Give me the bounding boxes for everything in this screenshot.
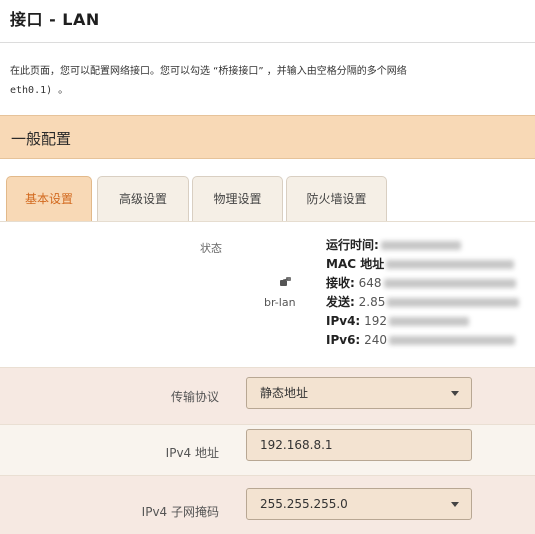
ipv4-netmask-row: IPv4 子网掩码 255.255.255.0 (0, 476, 535, 534)
ipv4-address-input[interactable]: 192.168.8.1 (246, 429, 472, 461)
chevron-down-icon (451, 391, 459, 396)
protocol-label: 传输协议 (170, 390, 219, 404)
protocol-row: 传输协议 静态地址 (0, 368, 535, 424)
section-header: 一般配置 (0, 115, 535, 159)
ipv4-address-value: 192.168.8.1 (260, 438, 333, 452)
status-label: 状态 (200, 242, 222, 255)
section-title: 一般配置 (11, 130, 72, 148)
chevron-down-icon (451, 502, 459, 507)
status-line-mac: MAC 地址 (326, 255, 519, 274)
status-line-tx: 发送: 2.85 (326, 293, 520, 312)
status-value: 240 (364, 333, 387, 347)
tab-divider (0, 221, 535, 222)
status-key: IPv6: (326, 333, 361, 347)
tab-firewall-settings[interactable]: 防火墙设置 (286, 176, 387, 222)
status-key: MAC 地址 (326, 257, 385, 271)
status-value: 192 (364, 314, 387, 328)
tab-physical-settings[interactable]: 物理设置 (192, 176, 283, 222)
status-row: 状态 br-lan 运行时间: MAC 地址 接收: 648 发送: 2.85 … (0, 226, 535, 366)
status-line-rx: 接收: 648 (326, 274, 519, 293)
page-description: 在此页面，您可以配置网络接口。您可以勾选 “桥接接口” ，并输入由空格分隔的多个… (10, 62, 535, 100)
status-line-ipv4: IPv4: 192 (326, 312, 519, 331)
status-value: 2.85 (358, 295, 386, 309)
interface-name: br-lan (264, 296, 296, 309)
description-line-2: eth0.1) 。 (10, 85, 69, 96)
status-key: 接收: (326, 276, 355, 290)
status-line-ipv6: IPv6: 240 (326, 331, 519, 350)
description-line-1: 在此页面，您可以配置网络接口。您可以勾选 “桥接接口” ，并输入由空格分隔的多个… (10, 66, 407, 77)
ipv4-netmask-select[interactable]: 255.255.255.0 (246, 488, 472, 520)
page-title: 接口 - LAN (10, 10, 100, 29)
protocol-select[interactable]: 静态地址 (246, 377, 472, 409)
title-divider (0, 42, 535, 43)
status-value: 648 (358, 276, 382, 290)
ipv4-address-row: IPv4 地址 192.168.8.1 (0, 425, 535, 475)
ipv4-netmask-value: 255.255.255.0 (260, 497, 348, 511)
tab-advanced-settings[interactable]: 高级设置 (97, 176, 189, 222)
network-port-icon (280, 277, 291, 286)
tab-basic-settings[interactable]: 基本设置 (6, 176, 92, 222)
status-key: IPv4: (326, 314, 361, 328)
status-key: 发送: (326, 295, 355, 309)
status-details: 运行时间: MAC 地址 接收: 648 发送: 2.85 IPv4: 192 … (326, 236, 520, 350)
ipv4-address-label: IPv4 地址 (165, 446, 219, 460)
status-key: 运行时间: (326, 238, 379, 252)
ipv4-netmask-label: IPv4 子网掩码 (141, 505, 219, 519)
status-line-uptime: 运行时间: (326, 236, 519, 255)
protocol-value: 静态地址 (260, 386, 309, 400)
